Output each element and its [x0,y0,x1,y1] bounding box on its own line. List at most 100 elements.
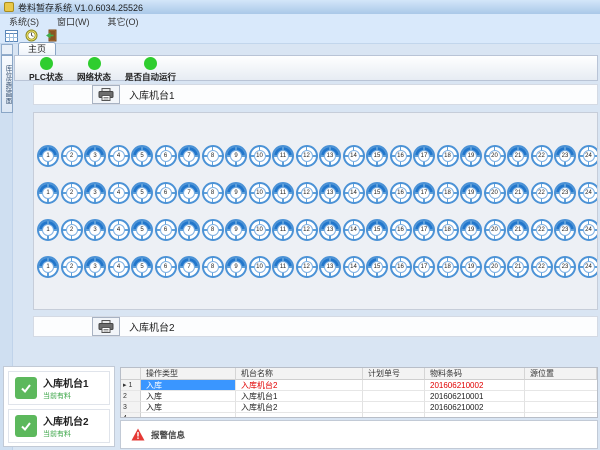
check-icon [15,415,37,437]
slot-roll-empty: 12 [296,145,318,167]
table-cell[interactable]: 201606210001 [425,391,525,402]
slot-roll-empty: 4 [108,219,130,241]
row-selector-cell[interactable]: 4 [121,413,141,418]
menu-item[interactable]: 窗口(W) [48,15,99,28]
table-cell[interactable]: 201606210002 [425,402,525,413]
slot-number: 5 [136,150,148,162]
slot-number: 1 [42,187,54,199]
table-cell[interactable] [525,402,597,413]
slot-number: 15 [371,261,383,273]
slot-roll-full: 21 [507,219,529,241]
slot-roll-full: 15 [366,256,388,278]
status-indicator: 是否自动运行 [125,56,176,83]
tab-home[interactable]: 主页 [18,42,56,56]
slot-roll-full: 9 [225,145,247,167]
menubar: 系统(S)窗口(W)其它(O) [0,14,600,28]
slot-roll-empty: 6 [155,219,177,241]
task-table: 操作类型机台名称计划单号物料条码源位置▸ 1入库入库机台220160621000… [120,367,598,418]
exit-icon[interactable] [44,29,59,43]
status-dot-icon [144,57,157,70]
app-icon [4,2,14,12]
table-cell[interactable]: 入库机台1 [236,391,363,402]
table-cell[interactable] [525,380,597,391]
slot-roll-empty: 4 [108,256,130,278]
table-cell[interactable] [236,413,363,418]
slot-roll-empty: 6 [155,182,177,204]
station1-header: 入库机台1 [33,84,598,105]
slot-roll-empty: 18 [437,256,459,278]
table-cell[interactable]: 入库 [141,380,236,391]
slot-roll-empty: 18 [437,219,459,241]
table-cell[interactable]: 入库 [141,391,236,402]
print-button[interactable] [92,85,120,104]
clock-icon[interactable] [24,29,39,43]
row-selector-cell[interactable]: 2 [121,391,141,402]
table-cell[interactable] [425,413,525,418]
slot-roll-full: 9 [225,256,247,278]
print-button[interactable] [92,317,120,336]
slot-roll-full: 9 [225,182,247,204]
menu-item[interactable]: 系统(S) [0,15,48,28]
dock-pin-button[interactable] [1,44,13,55]
slot-number: 12 [301,187,313,199]
table-cell[interactable]: 入库机台2 [236,380,363,391]
slot-number: 8 [207,224,219,236]
slot-number: 10 [254,261,266,273]
slot-number: 3 [89,224,101,236]
row-selector-cell[interactable]: 3 [121,402,141,413]
machine-cards-panel: 入库机台1当前有料入库机台2当前有料 [3,366,115,447]
slot-roll-empty: 19 [460,256,482,278]
table-row[interactable]: 4 [121,413,597,418]
slot-number: 12 [301,150,313,162]
status-indicator: PLC状态 [29,56,63,83]
slot-number: 3 [89,261,101,273]
slot-number: 23 [559,224,571,236]
slot-number: 3 [89,150,101,162]
slot-number: 11 [277,187,289,199]
slot-number: 9 [230,224,242,236]
slot-roll-full: 3 [84,219,106,241]
table-row[interactable]: 3入库入库机台2 201606210002 [121,402,597,413]
slot-number: 21 [512,150,524,162]
table-cell[interactable] [141,413,236,418]
slot-number: 4 [113,224,125,236]
table-cell[interactable]: 201606210002 [425,380,525,391]
table-cell[interactable] [525,413,597,418]
slot-roll-empty: 8 [202,145,224,167]
slot-roll-empty: 16 [390,256,412,278]
slot-number: 7 [183,224,195,236]
calendar-icon[interactable] [4,29,19,43]
slot-number: 17 [418,261,430,273]
slot-number: 22 [536,261,548,273]
slot-roll-empty: 22 [531,145,553,167]
slot-number: 24 [583,224,595,236]
table-cell[interactable]: 入库 [141,402,236,413]
table-cell[interactable] [525,391,597,402]
table-cell[interactable] [363,380,425,391]
slot-roll-full: 11 [272,182,294,204]
side-panel-tab[interactable]: 库位监控画面 [1,55,13,113]
slot-roll-empty: 23 [554,256,576,278]
menu-item[interactable]: 其它(O) [99,15,148,28]
table-cell[interactable] [363,391,425,402]
slot-number: 23 [559,150,571,162]
table-cell[interactable]: 入库机台2 [236,402,363,413]
table-cell[interactable] [363,402,425,413]
row-selector-cell[interactable]: ▸ 1 [121,380,141,391]
slot-roll-empty: 12 [296,182,318,204]
slot-roll-full: 7 [178,182,200,204]
slot-number: 22 [536,187,548,199]
table-row[interactable]: ▸ 1入库入库机台2 201606210002 [121,380,597,391]
table-column-header: 机台名称 [236,368,363,380]
slot-number: 13 [324,150,336,162]
table-cell[interactable] [363,413,425,418]
slot-number: 15 [371,224,383,236]
slot-number: 19 [465,150,477,162]
slot-number: 4 [113,150,125,162]
slot-roll-empty: 16 [390,182,412,204]
slot-roll-full: 23 [554,145,576,167]
slot-number: 13 [324,261,336,273]
table-row[interactable]: 2入库入库机台1 201606210001 [121,391,597,402]
slot-number: 10 [254,187,266,199]
slot-roll-empty: 2 [61,256,83,278]
